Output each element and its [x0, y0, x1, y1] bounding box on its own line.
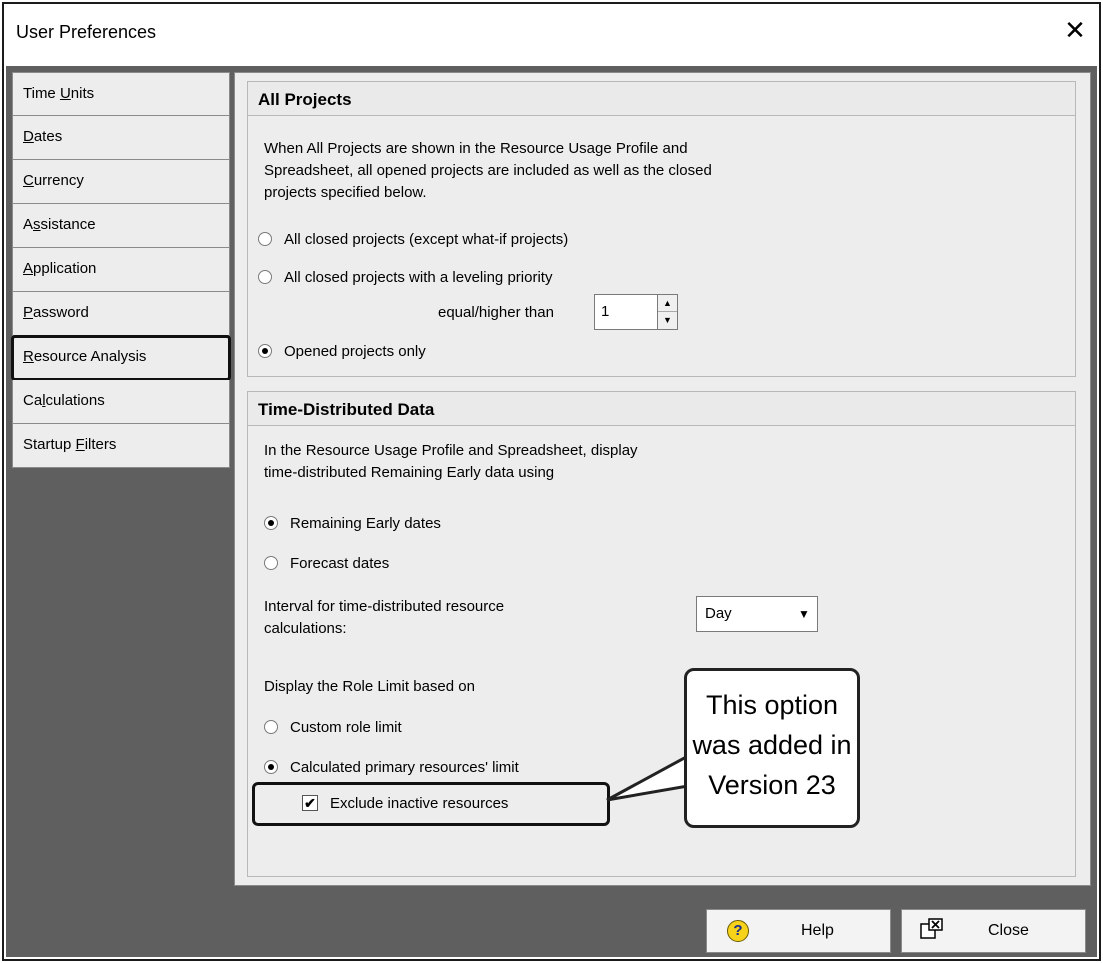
sidebar-item-password[interactable]: Password: [12, 292, 230, 336]
sidebar-item-application[interactable]: Application: [12, 248, 230, 292]
spin-up-icon[interactable]: ▲: [658, 295, 677, 312]
all-projects-group: All Projects When All Projects are shown…: [247, 81, 1076, 377]
all-projects-header: All Projects: [248, 82, 1075, 116]
sidebar-item-resource-analysis[interactable]: Resource Analysis: [11, 335, 231, 381]
radio-custom-role-limit[interactable]: Custom role limit: [264, 716, 402, 738]
radio-button[interactable]: [264, 720, 278, 734]
interval-value: Day: [705, 605, 732, 622]
dialog-title: User Preferences: [16, 22, 157, 42]
radio-button[interactable]: [258, 232, 272, 246]
dialog-client-area: Time Units Dates Currency Assistance App…: [6, 66, 1097, 957]
radio-button-selected[interactable]: [264, 760, 278, 774]
all-projects-heading: All Projects: [258, 90, 352, 109]
help-icon: ?: [727, 920, 749, 942]
time-distributed-description: In the Resource Usage Profile and Spread…: [264, 442, 638, 481]
help-button[interactable]: ? Help: [706, 909, 891, 953]
radio-button[interactable]: [258, 270, 272, 284]
callout-pointer: [606, 753, 692, 802]
close-icon[interactable]: ✕: [1061, 16, 1089, 44]
priority-value[interactable]: 1: [601, 303, 609, 320]
close-button[interactable]: Close: [901, 909, 1086, 953]
radio-button[interactable]: [264, 556, 278, 570]
radio-closed-with-priority[interactable]: All closed projects with a leveling prio…: [258, 266, 552, 288]
radio-all-closed-projects[interactable]: All closed projects (except what-if proj…: [258, 228, 568, 250]
spin-down-icon[interactable]: ▼: [658, 312, 677, 329]
sidebar-item-assistance[interactable]: Assistance: [12, 204, 230, 248]
priority-label: equal/higher than: [438, 304, 554, 321]
radio-button-selected[interactable]: [258, 344, 272, 358]
highlight-box: [252, 782, 610, 826]
title-bar: User Preferences ✕: [4, 4, 1099, 64]
radio-remaining-early-dates[interactable]: Remaining Early dates: [264, 512, 441, 534]
all-projects-description: When All Projects are shown in the Resou…: [264, 140, 712, 201]
sidebar-item-startup-filters[interactable]: Startup Filters: [12, 424, 230, 468]
version-callout: This option was added in Version 23: [684, 668, 860, 828]
radio-calculated-primary-limit[interactable]: Calculated primary resources' limit: [264, 756, 519, 778]
sidebar-item-currency[interactable]: Currency: [12, 160, 230, 204]
interval-select[interactable]: Day ▼: [696, 596, 818, 632]
preferences-sidebar: Time Units Dates Currency Assistance App…: [11, 72, 231, 955]
radio-forecast-dates[interactable]: Forecast dates: [264, 552, 389, 574]
close-window-icon: [920, 918, 943, 939]
radio-opened-projects-only[interactable]: Opened projects only: [258, 340, 426, 362]
time-distributed-header: Time-Distributed Data: [248, 392, 1075, 426]
priority-spinner[interactable]: 1 ▲ ▼: [594, 294, 678, 330]
interval-label: Interval for time-distributed resource c…: [264, 598, 505, 637]
radio-button-selected[interactable]: [264, 516, 278, 530]
role-limit-label: Display the Role Limit based on: [264, 678, 475, 695]
user-preferences-dialog: User Preferences ✕ Time Units Dates Curr…: [2, 2, 1101, 961]
sidebar-item-time-units[interactable]: Time Units: [12, 72, 230, 116]
sidebar-item-calculations[interactable]: Calculations: [12, 380, 230, 424]
time-distributed-heading: Time-Distributed Data: [258, 400, 435, 419]
chevron-down-icon[interactable]: ▼: [793, 599, 815, 629]
sidebar-item-dates[interactable]: Dates: [12, 116, 230, 160]
